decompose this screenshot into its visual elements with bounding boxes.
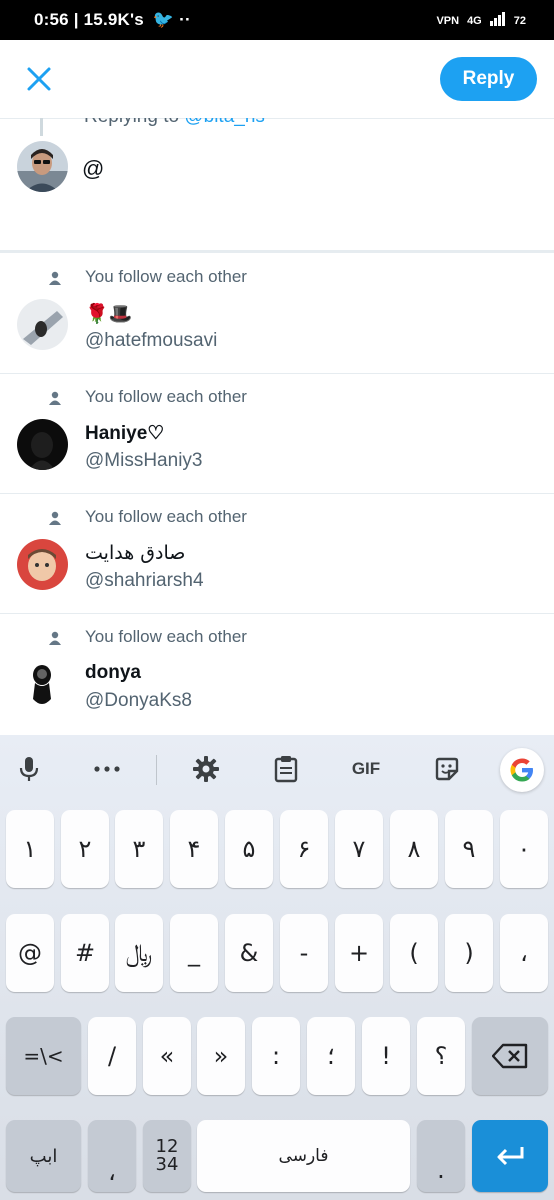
suggestion-handle: @shahriarsh4 (85, 570, 204, 591)
key-question[interactable]: ؟ (417, 1017, 465, 1095)
compose-header: Reply (0, 40, 554, 119)
replying-to-label: Replying to @bita_hs (84, 118, 265, 128)
follow-context: You follow each other (85, 267, 247, 286)
person-icon (49, 511, 61, 525)
suggestion-name: Haniye♡ (85, 423, 165, 444)
key-period[interactable]: . (417, 1120, 465, 1192)
mention-suggestion[interactable]: You follow each other Haniye♡ @MissHaniy… (0, 373, 554, 494)
key-comma-bottom[interactable]: ، (88, 1120, 136, 1192)
key-semicolon[interactable]: ؛ (307, 1017, 355, 1095)
backspace-icon (492, 1043, 528, 1069)
status-time: 0:56 | 15.9K's 🐦 ·· (34, 10, 191, 29)
key-guillemet-right[interactable]: » (197, 1017, 245, 1095)
enter-key[interactable] (472, 1120, 548, 1192)
thread-line (40, 118, 43, 136)
key-paren-close[interactable]: ) (445, 914, 493, 992)
network-indicator: 4G (467, 14, 482, 27)
follow-context: You follow each other (85, 387, 247, 406)
key-symbols-shift[interactable]: =\< (6, 1017, 81, 1095)
key-exclamation[interactable]: ! (362, 1017, 410, 1095)
signal-icon (489, 12, 506, 29)
backspace-key[interactable] (472, 1017, 548, 1095)
clipboard-icon[interactable] (266, 749, 306, 789)
follow-context: You follow each other (85, 507, 247, 526)
close-icon (27, 67, 51, 91)
replying-to-handle[interactable]: @bita_hs (184, 118, 265, 127)
suggestion-name: 🌹🎩 (85, 304, 133, 325)
more-icon[interactable] (87, 749, 127, 789)
suggestion-name: donya (85, 662, 141, 683)
keyboard: GIF ۱ ۲ ۳ ۴ ۵ ۶ ۷ ۸ ۹ ۰ @ # ﷼ _ & - + ( … (0, 735, 554, 1200)
suggestion-handle: @hatefmousavi (85, 330, 218, 351)
key-6[interactable]: ۶ (280, 810, 328, 888)
person-icon (49, 271, 61, 285)
google-icon[interactable] (500, 748, 544, 792)
key-slash[interactable]: / (88, 1017, 136, 1095)
key-comma[interactable]: ، (500, 914, 548, 992)
key-2[interactable]: ۲ (61, 810, 109, 888)
key-1[interactable]: ۱ (6, 810, 54, 888)
vpn-indicator: VPN (436, 14, 460, 27)
person-icon (49, 391, 61, 405)
key-0[interactable]: ۰ (500, 810, 548, 888)
key-9[interactable]: ۹ (445, 810, 493, 888)
key-5[interactable]: ۵ (225, 810, 273, 888)
key-alphabet[interactable]: ابپ (6, 1120, 81, 1192)
close-button[interactable] (20, 60, 58, 98)
key-ampersand[interactable]: & (225, 914, 273, 992)
mention-suggestion[interactable]: You follow each other صادق هدایت @shahri… (0, 493, 554, 614)
person-icon (49, 631, 61, 645)
battery-level: 72 (513, 14, 526, 27)
avatar (17, 299, 68, 350)
suggestion-handle: @MissHaniy3 (85, 450, 203, 471)
key-paren-open[interactable]: ( (390, 914, 438, 992)
my-avatar (17, 141, 68, 192)
sticker-icon[interactable] (427, 749, 467, 789)
key-7[interactable]: ۷ (335, 810, 383, 888)
mention-suggestion[interactable]: You follow each other 🌹🎩 @hatefmousavi (0, 253, 554, 374)
key-plus[interactable]: + (335, 914, 383, 992)
key-rial[interactable]: ﷼ (115, 914, 163, 992)
key-guillemet-left[interactable]: « (143, 1017, 191, 1095)
toolbar-separator (156, 755, 157, 785)
key-underscore[interactable]: _ (170, 914, 218, 992)
suggestion-name: صادق هدایت (85, 542, 186, 564)
keyboard-toolbar: GIF (0, 735, 554, 803)
key-colon[interactable]: : (252, 1017, 300, 1095)
reply-button[interactable]: Reply (440, 57, 537, 101)
enter-icon (497, 1147, 524, 1166)
key-numbers[interactable]: 12 34 (143, 1120, 191, 1192)
space-key[interactable]: فارسی (197, 1120, 410, 1192)
mic-icon[interactable] (9, 749, 49, 789)
numbers-bottom: 34 (155, 1154, 179, 1175)
follow-context: You follow each other (85, 627, 247, 646)
key-at[interactable]: @ (6, 914, 54, 992)
compose-input[interactable]: @ (82, 156, 104, 182)
status-right: VPN 4G 72 (436, 12, 526, 29)
key-8[interactable]: ۸ (390, 810, 438, 888)
avatar (17, 539, 68, 590)
key-3[interactable]: ۳ (115, 810, 163, 888)
notification-app-icon: 🐦 ·· (152, 10, 191, 29)
key-minus[interactable]: - (280, 914, 328, 992)
key-4[interactable]: ۴ (170, 810, 218, 888)
key-hash[interactable]: # (61, 914, 109, 992)
suggestion-handle: @DonyaKs8 (85, 690, 192, 711)
status-bar: 0:56 | 15.9K's 🐦 ·· VPN 4G 72 (0, 0, 554, 40)
gif-icon[interactable]: GIF (344, 749, 388, 789)
mention-suggestion[interactable]: You follow each other donya @DonyaKs8 (0, 613, 554, 735)
avatar (17, 659, 68, 710)
compose-area: Replying to @bita_hs @ (0, 118, 554, 251)
avatar (17, 419, 68, 470)
settings-icon[interactable] (186, 749, 226, 789)
